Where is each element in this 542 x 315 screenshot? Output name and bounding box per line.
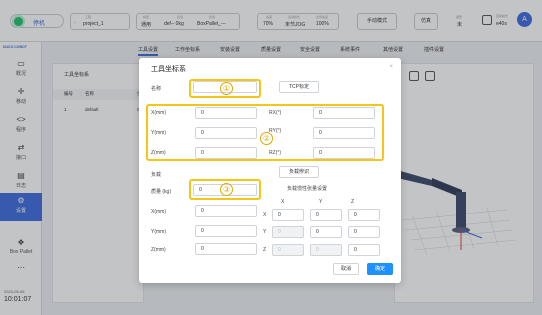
inertia-xz-input[interactable] — [348, 209, 380, 221]
inertia-xy-input[interactable] — [310, 209, 342, 221]
inertia-zy-input — [310, 244, 342, 256]
load-label: 负载 — [151, 172, 162, 178]
inertia-title: 负载惯性张量设置 — [287, 186, 328, 192]
inertia-yy-input[interactable] — [310, 226, 342, 238]
tool-coordinate-dialog: 工具坐标系 × 名称 TCP标定 X(mm) RX(°) Y(mm) RY(°)… — [139, 58, 401, 283]
centroid-x-input[interactable] — [195, 205, 257, 217]
inertia-zx-input — [272, 244, 304, 256]
annotation-marker-2: ② — [260, 132, 273, 145]
mass-label: 质量 (kg) — [151, 189, 172, 195]
centroid-y-input[interactable] — [195, 225, 257, 237]
dialog-title: 工具坐标系 — [151, 66, 186, 73]
cancel-button[interactable]: 取消 — [333, 263, 359, 275]
annotation-marker-3: ③ — [220, 183, 233, 196]
inertia-zz-input[interactable] — [348, 244, 380, 256]
inertia-yz-input[interactable] — [348, 226, 380, 238]
load-identify-button[interactable]: 负载辨识 — [279, 166, 319, 178]
name-label: 名称 — [151, 86, 162, 92]
inertia-yx-input — [272, 226, 304, 238]
annotation-marker-1: ① — [220, 82, 233, 95]
close-icon[interactable]: × — [389, 64, 393, 70]
tcp-calibrate-button[interactable]: TCP标定 — [279, 81, 319, 93]
centroid-z-input[interactable] — [195, 243, 257, 255]
inertia-xx-input[interactable] — [272, 209, 304, 221]
confirm-button[interactable]: 确定 — [367, 263, 393, 275]
